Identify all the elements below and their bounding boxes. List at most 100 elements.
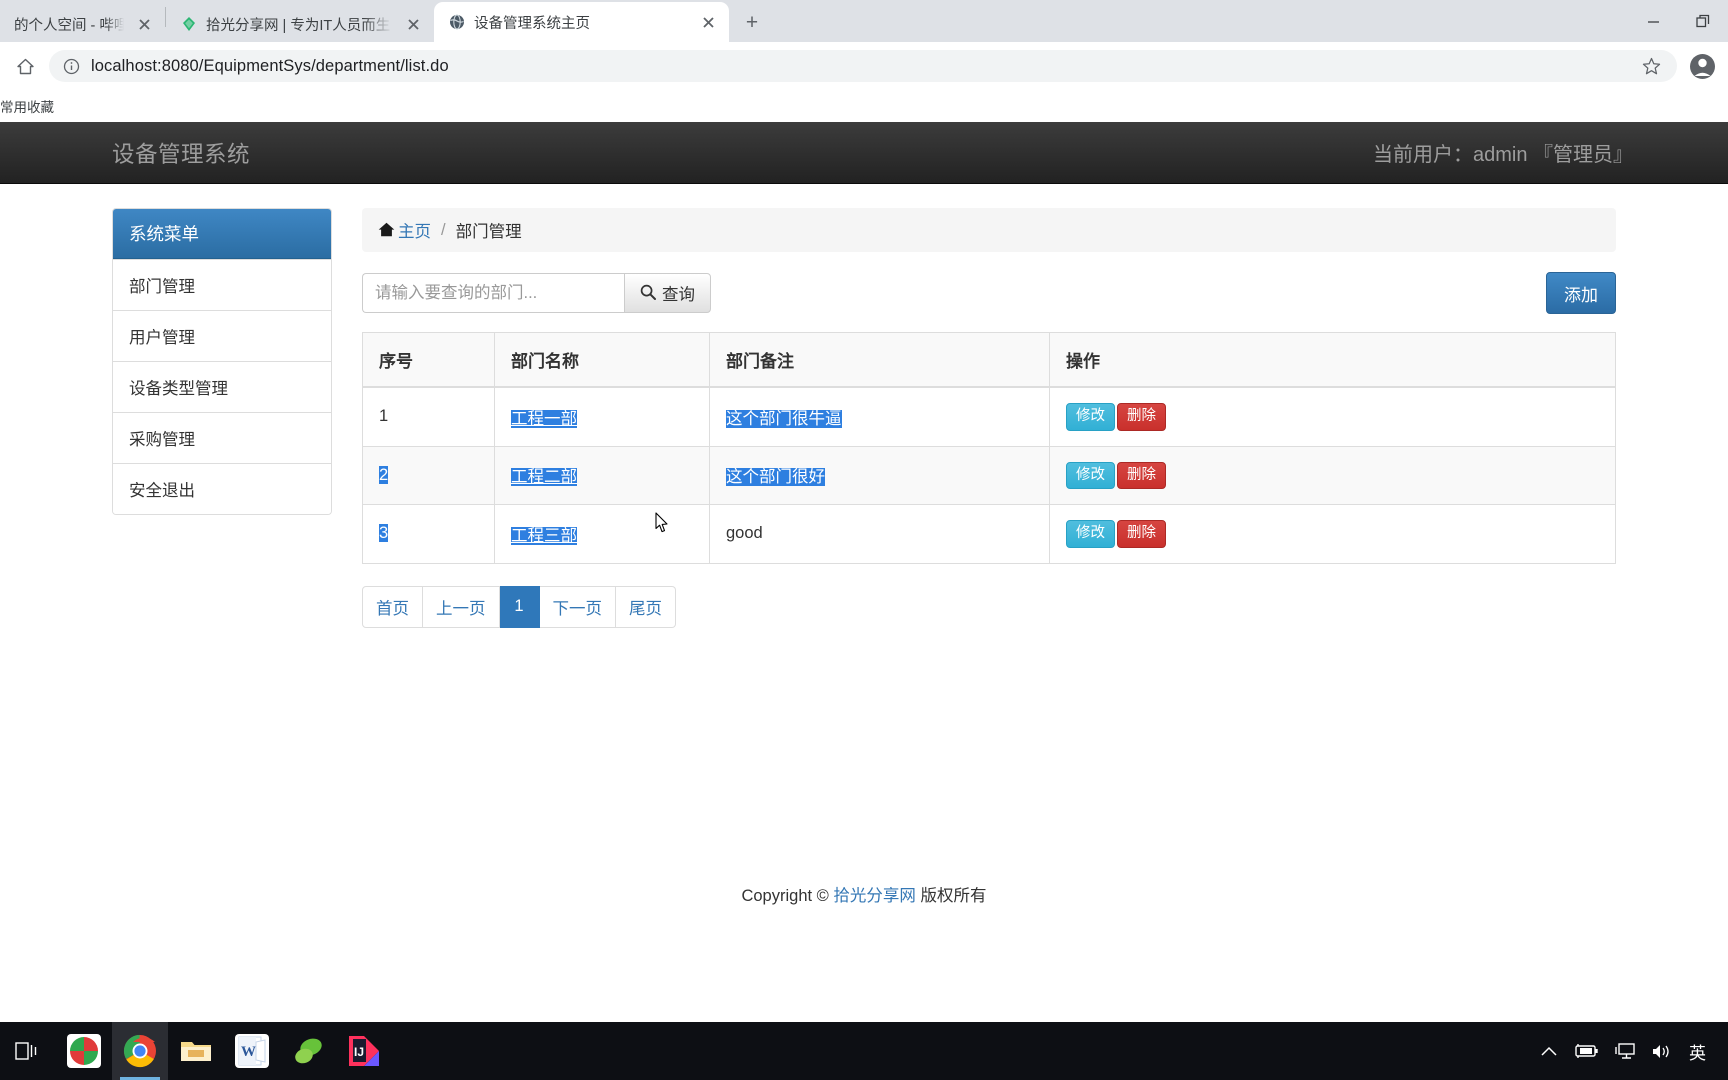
edit-button[interactable]: 修改 [1066, 403, 1115, 431]
leaf-green-icon [180, 16, 197, 33]
cell-name: 工程二部 [494, 445, 710, 505]
home-icon [378, 221, 395, 240]
cell-actions: 修改 删除 [1049, 386, 1616, 446]
task-view-icon[interactable] [0, 1022, 56, 1080]
info-circle-icon[interactable] [61, 56, 81, 76]
department-note: 这个部门很好 [726, 468, 825, 487]
file-explorer-icon[interactable] [168, 1022, 224, 1080]
browser-toolbar: localhost:8080/EquipmentSys/department/l… [0, 42, 1728, 90]
sidebar-title: 系统菜单 [113, 209, 331, 259]
chrome-icon[interactable] [112, 1022, 168, 1080]
chevron-up-icon[interactable] [1541, 1046, 1557, 1057]
minimize-icon[interactable] [1628, 0, 1678, 42]
globe-icon [448, 14, 465, 31]
svg-text:IJ: IJ [354, 1045, 364, 1059]
delete-button[interactable]: 删除 [1117, 520, 1166, 548]
cell-name: 工程一部 [494, 386, 710, 446]
ime-indicator[interactable]: 英 [1689, 1039, 1706, 1064]
search-button[interactable]: 查询 [624, 273, 711, 313]
pagination-last[interactable]: 尾页 [616, 585, 676, 628]
table-header: 序号 部门名称 部门备注 操作 [362, 332, 1616, 388]
network-icon[interactable] [1615, 1042, 1635, 1060]
column-header-note: 部门备注 [709, 332, 1050, 388]
cell-note: 这个部门很好 [709, 445, 1050, 505]
folder-glyph [179, 1034, 213, 1068]
browser-tab-1[interactable]: 的个人空间 - 哔哩哔 [0, 6, 165, 42]
bookmark-star-icon[interactable] [1637, 52, 1665, 80]
word-icon[interactable]: W [224, 1022, 280, 1080]
volume-icon[interactable] [1651, 1043, 1673, 1060]
tab-title: 设备管理系统主页 [474, 15, 590, 32]
xmind-icon[interactable] [56, 1022, 112, 1080]
cell-name: 工程三部 [494, 504, 710, 563]
sidebar-item-user[interactable]: 用户管理 [113, 310, 331, 361]
browser-tab-2[interactable]: 拾光分享网 | 专为IT人员而生 [166, 6, 434, 42]
department-note: good [726, 524, 763, 543]
new-tab-button[interactable]: + [737, 8, 767, 38]
battery-charging-icon[interactable] [1573, 1043, 1599, 1059]
search-input[interactable] [362, 273, 624, 313]
content-wrapper: 系统菜单 部门管理 用户管理 设备类型管理 采购管理 安全退出 主页 / 部门管… [0, 184, 1728, 628]
cell-index: 2 [362, 445, 495, 505]
index-value: 1 [379, 407, 389, 426]
app-header: 设备管理系统 当前用户：admin 『管理员』 [0, 122, 1728, 184]
department-name-link[interactable]: 工程一部 [511, 409, 577, 428]
main-content: 主页 / 部门管理 查询 添加 [362, 208, 1616, 628]
footer-link[interactable]: 拾光分享网 [833, 887, 916, 905]
department-table: 序号 部门名称 部门备注 操作 1 工程一部 这个部门很牛逼 修改 删除 2 工… [362, 332, 1616, 564]
navicat-icon[interactable] [280, 1022, 336, 1080]
sidebar-panel: 系统菜单 部门管理 用户管理 设备类型管理 采购管理 安全退出 [112, 208, 332, 515]
footer-suffix: 版权所有 [915, 887, 987, 905]
pagination-next[interactable]: 下一页 [539, 585, 616, 628]
breadcrumb: 主页 / 部门管理 [362, 208, 1616, 252]
intellij-idea-icon[interactable]: IJ [336, 1022, 392, 1080]
table-row: 2 工程二部 这个部门很好 修改 删除 [362, 445, 1616, 505]
profile-avatar-icon[interactable] [1685, 49, 1719, 83]
edit-button[interactable]: 修改 [1066, 461, 1115, 489]
browser-window: 的个人空间 - 哔哩哔 拾光分享网 | 专为IT人员而生 设备管理系统主页 + [0, 0, 1728, 1022]
sidebar-item-department[interactable]: 部门管理 [113, 259, 331, 310]
restore-icon[interactable] [1678, 0, 1728, 42]
close-icon[interactable] [402, 13, 424, 35]
footer: Copyright © 拾光分享网 版权所有 [0, 882, 1728, 906]
home-icon[interactable] [9, 50, 41, 82]
cell-actions: 修改 删除 [1049, 504, 1616, 563]
pagination-page-1[interactable]: 1 [499, 585, 540, 628]
delete-button[interactable]: 删除 [1117, 461, 1166, 489]
breadcrumb-home[interactable]: 主页 [378, 218, 431, 242]
footer-prefix: Copyright © [741, 887, 834, 905]
pagination-prev[interactable]: 上一页 [423, 585, 500, 628]
column-header-name: 部门名称 [494, 332, 710, 388]
department-name-link[interactable]: 工程三部 [511, 526, 577, 545]
sidebar-item-purchase[interactable]: 采购管理 [113, 412, 331, 463]
bookmark-item[interactable]: 常用收藏 [0, 96, 60, 116]
bookmarks-bar: 常用收藏 [0, 90, 1728, 122]
app-brand-title: 设备管理系统 [112, 141, 251, 167]
edit-button[interactable]: 修改 [1066, 520, 1115, 548]
address-bar[interactable]: localhost:8080/EquipmentSys/department/l… [49, 50, 1677, 82]
breadcrumb-current: 部门管理 [455, 223, 522, 241]
chrome-glyph [123, 1034, 157, 1068]
window-controls [1628, 0, 1728, 42]
add-button[interactable]: 添加 [1546, 272, 1616, 314]
sidebar-item-device-type[interactable]: 设备类型管理 [113, 361, 331, 412]
pagination-first[interactable]: 首页 [362, 585, 423, 628]
windows-taskbar: W IJ 英 [0, 1022, 1728, 1080]
system-tray: 英 [1541, 1039, 1728, 1064]
xmind-glyph [67, 1034, 101, 1068]
delete-button[interactable]: 删除 [1117, 403, 1166, 431]
taskbar-buttons: W IJ [0, 1022, 392, 1080]
close-icon[interactable] [133, 13, 155, 35]
sidebar-item-logout[interactable]: 安全退出 [113, 463, 331, 514]
tab-strip: 的个人空间 - 哔哩哔 拾光分享网 | 专为IT人员而生 设备管理系统主页 + [0, 0, 1728, 42]
web-page: 设备管理系统 当前用户：admin 『管理员』 系统菜单 部门管理 用户管理 设… [0, 122, 1728, 1022]
toolbar-row: 查询 添加 [362, 272, 1616, 314]
department-name-link[interactable]: 工程二部 [511, 468, 577, 487]
breadcrumb-home-label: 主页 [398, 223, 431, 241]
idea-glyph: IJ [347, 1034, 381, 1068]
browser-tab-3-active[interactable]: 设备管理系统主页 [434, 2, 729, 42]
cell-note: 这个部门很牛逼 [709, 386, 1050, 446]
column-header-index: 序号 [362, 332, 495, 388]
close-icon[interactable] [697, 11, 719, 33]
svg-text:W: W [241, 1044, 256, 1060]
